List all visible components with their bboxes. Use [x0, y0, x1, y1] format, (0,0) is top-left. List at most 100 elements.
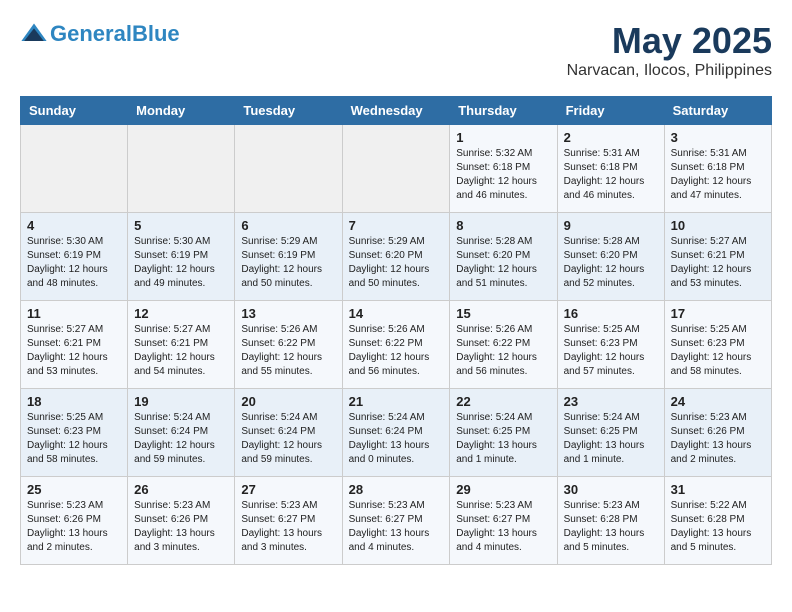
calendar-cell: 14 Sunrise: 5:26 AM Sunset: 6:22 PM Dayli… [342, 301, 450, 389]
cell-sun-info: Sunrise: 5:27 AM Sunset: 6:21 PM Dayligh… [134, 323, 228, 379]
calendar-cell [342, 125, 450, 213]
header-sunday: Sunday [21, 97, 128, 125]
calendar-cell: 16 Sunrise: 5:25 AM Sunset: 6:23 PM Dayli… [557, 301, 664, 389]
cell-sun-info: Sunrise: 5:23 AM Sunset: 6:26 PM Dayligh… [27, 499, 121, 555]
header-friday: Friday [557, 97, 664, 125]
cell-sun-info: Sunrise: 5:26 AM Sunset: 6:22 PM Dayligh… [241, 323, 335, 379]
day-number: 27 [241, 482, 335, 497]
day-number: 6 [241, 218, 335, 233]
title-block: May 2025 Narvacan, Ilocos, Philippines [567, 20, 772, 80]
calendar-cell: 31 Sunrise: 5:22 AM Sunset: 6:28 PM Dayli… [664, 477, 771, 565]
day-number: 11 [27, 306, 121, 321]
cell-sun-info: Sunrise: 5:25 AM Sunset: 6:23 PM Dayligh… [27, 411, 121, 467]
day-number: 28 [349, 482, 444, 497]
logo-line1: General [50, 21, 132, 46]
cell-sun-info: Sunrise: 5:31 AM Sunset: 6:18 PM Dayligh… [564, 147, 658, 203]
day-number: 22 [456, 394, 550, 409]
cell-sun-info: Sunrise: 5:22 AM Sunset: 6:28 PM Dayligh… [671, 499, 765, 555]
calendar-cell: 2 Sunrise: 5:31 AM Sunset: 6:18 PM Daylig… [557, 125, 664, 213]
calendar-cell: 24 Sunrise: 5:23 AM Sunset: 6:26 PM Dayli… [664, 389, 771, 477]
calendar-table: SundayMondayTuesdayWednesdayThursdayFrid… [20, 96, 772, 565]
day-number: 29 [456, 482, 550, 497]
header-thursday: Thursday [450, 97, 557, 125]
cell-sun-info: Sunrise: 5:30 AM Sunset: 6:19 PM Dayligh… [27, 235, 121, 291]
cell-sun-info: Sunrise: 5:31 AM Sunset: 6:18 PM Dayligh… [671, 147, 765, 203]
calendar-cell [235, 125, 342, 213]
day-number: 9 [564, 218, 658, 233]
calendar-cell: 23Sunrise: 5:24 AM Sunset: 6:25 PM Dayli… [557, 389, 664, 477]
cell-sun-info: Sunrise: 5:24 AM Sunset: 6:24 PM Dayligh… [349, 411, 444, 467]
day-number: 1 [456, 130, 550, 145]
calendar-cell: 12 Sunrise: 5:27 AM Sunset: 6:21 PM Dayli… [128, 301, 235, 389]
header-tuesday: Tuesday [235, 97, 342, 125]
day-number: 19 [134, 394, 228, 409]
calendar-cell: 19 Sunrise: 5:24 AM Sunset: 6:24 PM Dayli… [128, 389, 235, 477]
cell-sun-info: Sunrise: 5:25 AM Sunset: 6:23 PM Dayligh… [564, 323, 658, 379]
logo-line2: Blue [132, 21, 180, 46]
cell-sun-info: Sunrise: 5:29 AM Sunset: 6:20 PM Dayligh… [349, 235, 444, 291]
cell-sun-info: Sunrise: 5:23 AM Sunset: 6:26 PM Dayligh… [134, 499, 228, 555]
calendar-cell: 7 Sunrise: 5:29 AM Sunset: 6:20 PM Daylig… [342, 213, 450, 301]
calendar-cell: 20Sunrise: 5:24 AM Sunset: 6:24 PM Dayli… [235, 389, 342, 477]
cell-sun-info: Sunrise: 5:24 AM Sunset: 6:25 PM Dayligh… [564, 411, 658, 467]
header-wednesday: Wednesday [342, 97, 450, 125]
logo-icon [20, 20, 48, 48]
day-number: 25 [27, 482, 121, 497]
calendar-cell: 5Sunrise: 5:30 AM Sunset: 6:19 PM Daylig… [128, 213, 235, 301]
cell-sun-info: Sunrise: 5:24 AM Sunset: 6:25 PM Dayligh… [456, 411, 550, 467]
cell-sun-info: Sunrise: 5:24 AM Sunset: 6:24 PM Dayligh… [134, 411, 228, 467]
day-number: 14 [349, 306, 444, 321]
calendar-cell: 9 Sunrise: 5:28 AM Sunset: 6:20 PM Daylig… [557, 213, 664, 301]
page-header: GeneralBlue May 2025 Narvacan, Ilocos, P… [20, 20, 772, 80]
calendar-cell: 13 Sunrise: 5:26 AM Sunset: 6:22 PM Dayli… [235, 301, 342, 389]
calendar-cell: 27Sunrise: 5:23 AM Sunset: 6:27 PM Dayli… [235, 477, 342, 565]
calendar-cell: 10Sunrise: 5:27 AM Sunset: 6:21 PM Dayli… [664, 213, 771, 301]
cell-sun-info: Sunrise: 5:23 AM Sunset: 6:28 PM Dayligh… [564, 499, 658, 555]
day-number: 10 [671, 218, 765, 233]
logo: GeneralBlue [20, 20, 180, 48]
calendar-cell: 22 Sunrise: 5:24 AM Sunset: 6:25 PM Dayli… [450, 389, 557, 477]
day-number: 15 [456, 306, 550, 321]
calendar-cell: 15 Sunrise: 5:26 AM Sunset: 6:22 PM Dayli… [450, 301, 557, 389]
day-number: 30 [564, 482, 658, 497]
cell-sun-info: Sunrise: 5:28 AM Sunset: 6:20 PM Dayligh… [564, 235, 658, 291]
calendar-cell: 18 Sunrise: 5:25 AM Sunset: 6:23 PM Dayli… [21, 389, 128, 477]
header-saturday: Saturday [664, 97, 771, 125]
calendar-header-row: SundayMondayTuesdayWednesdayThursdayFrid… [21, 97, 772, 125]
day-number: 7 [349, 218, 444, 233]
calendar-week-row: 18 Sunrise: 5:25 AM Sunset: 6:23 PM Dayli… [21, 389, 772, 477]
cell-sun-info: Sunrise: 5:26 AM Sunset: 6:22 PM Dayligh… [349, 323, 444, 379]
day-number: 16 [564, 306, 658, 321]
day-number: 8 [456, 218, 550, 233]
calendar-cell: 11 Sunrise: 5:27 AM Sunset: 6:21 PM Dayli… [21, 301, 128, 389]
day-number: 26 [134, 482, 228, 497]
calendar-week-row: 11 Sunrise: 5:27 AM Sunset: 6:21 PM Dayli… [21, 301, 772, 389]
day-number: 12 [134, 306, 228, 321]
day-number: 18 [27, 394, 121, 409]
cell-sun-info: Sunrise: 5:26 AM Sunset: 6:22 PM Dayligh… [456, 323, 550, 379]
cell-sun-info: Sunrise: 5:30 AM Sunset: 6:19 PM Dayligh… [134, 235, 228, 291]
calendar-cell: 8Sunrise: 5:28 AM Sunset: 6:20 PM Daylig… [450, 213, 557, 301]
day-number: 3 [671, 130, 765, 145]
location: Narvacan, Ilocos, Philippines [567, 62, 772, 80]
cell-sun-info: Sunrise: 5:27 AM Sunset: 6:21 PM Dayligh… [27, 323, 121, 379]
logo-text: GeneralBlue [50, 22, 180, 46]
calendar-week-row: 1Sunrise: 5:32 AM Sunset: 6:18 PM Daylig… [21, 125, 772, 213]
cell-sun-info: Sunrise: 5:23 AM Sunset: 6:27 PM Dayligh… [349, 499, 444, 555]
cell-sun-info: Sunrise: 5:23 AM Sunset: 6:27 PM Dayligh… [456, 499, 550, 555]
day-number: 2 [564, 130, 658, 145]
cell-sun-info: Sunrise: 5:23 AM Sunset: 6:26 PM Dayligh… [671, 411, 765, 467]
cell-sun-info: Sunrise: 5:25 AM Sunset: 6:23 PM Dayligh… [671, 323, 765, 379]
calendar-cell: 4 Sunrise: 5:30 AM Sunset: 6:19 PM Daylig… [21, 213, 128, 301]
calendar-week-row: 4 Sunrise: 5:30 AM Sunset: 6:19 PM Daylig… [21, 213, 772, 301]
day-number: 13 [241, 306, 335, 321]
calendar-cell: 29 Sunrise: 5:23 AM Sunset: 6:27 PM Dayli… [450, 477, 557, 565]
day-number: 20 [241, 394, 335, 409]
day-number: 4 [27, 218, 121, 233]
calendar-cell: 25 Sunrise: 5:23 AM Sunset: 6:26 PM Dayli… [21, 477, 128, 565]
calendar-cell: 28 Sunrise: 5:23 AM Sunset: 6:27 PM Dayli… [342, 477, 450, 565]
day-number: 24 [671, 394, 765, 409]
calendar-cell: 1Sunrise: 5:32 AM Sunset: 6:18 PM Daylig… [450, 125, 557, 213]
day-number: 31 [671, 482, 765, 497]
cell-sun-info: Sunrise: 5:29 AM Sunset: 6:19 PM Dayligh… [241, 235, 335, 291]
